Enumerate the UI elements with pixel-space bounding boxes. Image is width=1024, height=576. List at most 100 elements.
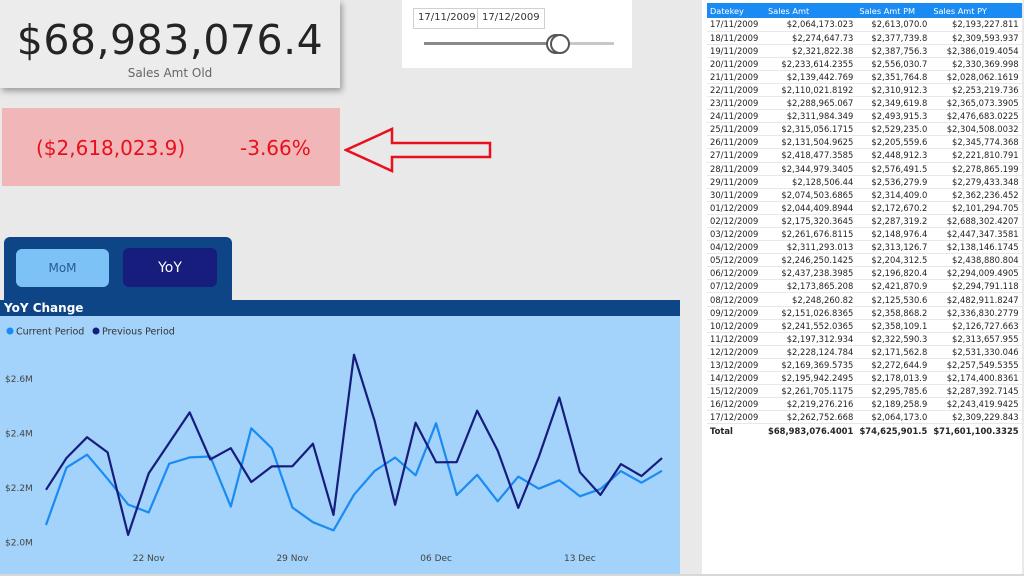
table-row: 19/11/2009 $2,321,822.38 $2,387,756.3 $2,38…	[707, 44, 1022, 58]
y-tick-label: $2.4M	[5, 429, 33, 439]
slider-range-fill	[424, 42, 556, 45]
table-row: 30/11/2009 $2,074,503.6865 $2,314,409.0 $2,…	[707, 188, 1022, 202]
mom-button[interactable]: MoM	[16, 249, 109, 287]
cell-sales-amt-py: $2,279,433.348	[930, 175, 1022, 189]
cell-datekey: 27/11/2009	[707, 148, 765, 163]
cell-sales-amt-py: $2,304,508.0032	[930, 122, 1022, 137]
table-row: 21/11/2009 $2,139,442.769 $2,351,764.8 $2,0…	[707, 70, 1022, 84]
cell-sales-amt-py: $2,345,774.368	[930, 135, 1022, 150]
table-row: 13/12/2009 $2,169,369.5735 $2,272,644.9 $2,…	[707, 358, 1022, 373]
cell-sales-amt-pm: $2,536,279.9	[856, 175, 931, 189]
cell-sales-amt: $2,219,276.216	[765, 397, 857, 412]
cell-sales-amt-pm: $2,287,319.2	[856, 214, 931, 229]
cell-sales-amt-pm: $2,172,670.2	[856, 201, 931, 215]
cell-sales-amt-pm: $2,387,756.3	[856, 44, 931, 58]
column-header-sales-amt-py[interactable]: Sales Amt PY	[930, 3, 1022, 18]
sales-table: Datekey Sales Amt Sales Amt PM Sales Amt…	[707, 3, 1022, 438]
yoy-button[interactable]: YoY	[123, 248, 217, 287]
cell-sales-amt-pm: $2,358,868.2	[856, 306, 931, 320]
table-row: 07/12/2009 $2,173,865.208 $2,421,870.9 $2,2…	[707, 279, 1022, 294]
table-row: 18/11/2009 $2,274,647.73 $2,377,739.8 $2,30…	[707, 31, 1022, 45]
column-header-datekey[interactable]: Datekey	[707, 3, 765, 18]
cell-sales-amt-pm: $2,421,870.9	[856, 279, 931, 294]
cell-sales-amt: $2,261,676.8115	[765, 227, 857, 242]
table-row: 20/11/2009 $2,233,614.2355 $2,556,030.7 $2,…	[707, 57, 1022, 71]
cell-sales-amt-py: $2,688,302.4207	[930, 214, 1022, 229]
current-period-line	[44, 422, 663, 532]
slider-end-handle[interactable]	[550, 34, 570, 54]
cell-sales-amt-pm: $2,322,590.3	[856, 332, 931, 346]
cell-sales-amt-pm: $2,171,562.8	[856, 345, 931, 359]
cell-sales-amt-py: $2,294,791.118	[930, 279, 1022, 294]
cell-sales-amt-pm: $2,178,013.9	[856, 371, 931, 386]
cell-sales-amt-py: $2,386,019.4054	[930, 44, 1022, 58]
cell-datekey: 05/12/2009	[707, 253, 765, 268]
cell-sales-amt: $2,344,979.3405	[765, 162, 857, 176]
cell-datekey: 04/12/2009	[707, 240, 765, 255]
cell-sales-amt-py: $2,138,146.1745	[930, 240, 1022, 255]
table-row: 10/12/2009 $2,241,552.0365 $2,358,109.1 $2,…	[707, 319, 1022, 333]
cell-sales-amt-py: $2,330,369.998	[930, 57, 1022, 71]
table-row: 25/11/2009 $2,315,056.1715 $2,529,235.0 $2,…	[707, 122, 1022, 137]
difference-value: ($2,618,023.9)	[36, 136, 186, 160]
difference-percent: -3.66%	[240, 136, 311, 160]
cell-sales-amt-py: $2,336,830.2779	[930, 306, 1022, 320]
cell-datekey: 17/12/2009	[707, 410, 765, 425]
cell-sales-amt: $2,311,293.013	[765, 240, 857, 255]
cell-sales-amt: $2,173,865.208	[765, 279, 857, 294]
cell-sales-amt-py: $2,309,593.937	[930, 31, 1022, 45]
cell-sales-amt: $2,248,260.82	[765, 292, 857, 307]
cell-sales-amt: $2,437,238.3985	[765, 266, 857, 281]
cell-sales-amt-pm: $2,377,739.8	[856, 31, 931, 45]
start-date-input[interactable]: 17/11/2009	[413, 8, 481, 29]
period-toggle-panel: MoM YoY	[4, 237, 232, 303]
cell-sales-amt-py: $2,309,229.843	[930, 410, 1022, 425]
table-row: 22/11/2009 $2,110,021.8192 $2,310,912.3 $2,…	[707, 83, 1022, 98]
cell-sales-amt-pm: $2,529,235.0	[856, 122, 931, 137]
column-header-sales-amt-pm[interactable]: Sales Amt PM	[856, 3, 931, 18]
table-row: 03/12/2009 $2,261,676.8115 $2,148,976.4 $2,…	[707, 227, 1022, 242]
cell-datekey: 03/12/2009	[707, 227, 765, 242]
total-value: $71,601,100.3325	[930, 423, 1022, 438]
cell-datekey: 14/12/2009	[707, 371, 765, 386]
cell-sales-amt: $2,169,369.5735	[765, 358, 857, 373]
cell-sales-amt-py: $2,253,219.736	[930, 83, 1022, 98]
cell-sales-amt-pm: $2,064,173.0	[856, 410, 931, 425]
yoy-line-chart[interactable]: $2.0M $2.2M $2.4M $2.6M 22 Nov 29 Nov 06 Dec 13…	[0, 316, 680, 574]
left-arrow-icon	[344, 127, 492, 173]
table-header-row: Datekey Sales Amt Sales Amt PM Sales Amt…	[707, 3, 1022, 18]
difference-card: ($2,618,023.9) -3.66%	[2, 108, 340, 186]
cell-datekey: 24/11/2009	[707, 109, 765, 124]
cell-sales-amt: $2,074,503.6865	[765, 188, 857, 202]
cell-sales-amt-py: $2,278,865.199	[930, 162, 1022, 176]
cell-sales-amt-pm: $2,196,820.4	[856, 266, 931, 281]
cell-datekey: 16/12/2009	[707, 397, 765, 412]
cell-sales-amt: $2,151,026.8365	[765, 306, 857, 320]
table-row: 12/12/2009 $2,228,124.784 $2,171,562.8 $2,5…	[707, 345, 1022, 359]
cell-datekey: 18/11/2009	[707, 31, 765, 45]
table-row: 09/12/2009 $2,151,026.8365 $2,358,868.2 $2,…	[707, 306, 1022, 320]
chart-title: YoY Change	[4, 301, 84, 315]
cell-datekey: 28/11/2009	[707, 162, 765, 176]
cell-sales-amt-py: $2,362,236.452	[930, 188, 1022, 202]
column-header-sales-amt[interactable]: Sales Amt	[765, 3, 857, 18]
cell-datekey: 08/12/2009	[707, 292, 765, 307]
cell-sales-amt: $2,418,477.3585	[765, 148, 857, 163]
cell-sales-amt-py: $2,476,683.0225	[930, 109, 1022, 124]
cell-datekey: 23/11/2009	[707, 96, 765, 111]
cell-sales-amt-py: $2,174,400.8361	[930, 371, 1022, 386]
end-date-input[interactable]: 17/12/2009	[477, 8, 545, 29]
x-tick-label: 29 Nov	[276, 554, 309, 564]
cell-sales-amt: $2,311,984.349	[765, 109, 857, 124]
table-row: 27/11/2009 $2,418,477.3585 $2,448,912.3 $2,…	[707, 148, 1022, 163]
y-tick-label: $2.0M	[5, 539, 33, 549]
cell-sales-amt-pm: $2,125,530.6	[856, 292, 931, 307]
cell-datekey: 11/12/2009	[707, 332, 765, 346]
cell-datekey: 09/12/2009	[707, 306, 765, 320]
cell-datekey: 06/12/2009	[707, 266, 765, 281]
table-row: 02/12/2009 $2,175,320.3645 $2,287,319.2 $2,…	[707, 214, 1022, 229]
sales-table-panel: Datekey Sales Amt Sales Amt PM Sales Amt…	[702, 0, 1022, 574]
table-row: 01/12/2009 $2,044,409.8944 $2,172,670.2 $2,…	[707, 201, 1022, 215]
table-row: 26/11/2009 $2,131,504.9625 $2,205,559.6 $2,…	[707, 135, 1022, 150]
cell-sales-amt: $2,262,752.668	[765, 410, 857, 425]
